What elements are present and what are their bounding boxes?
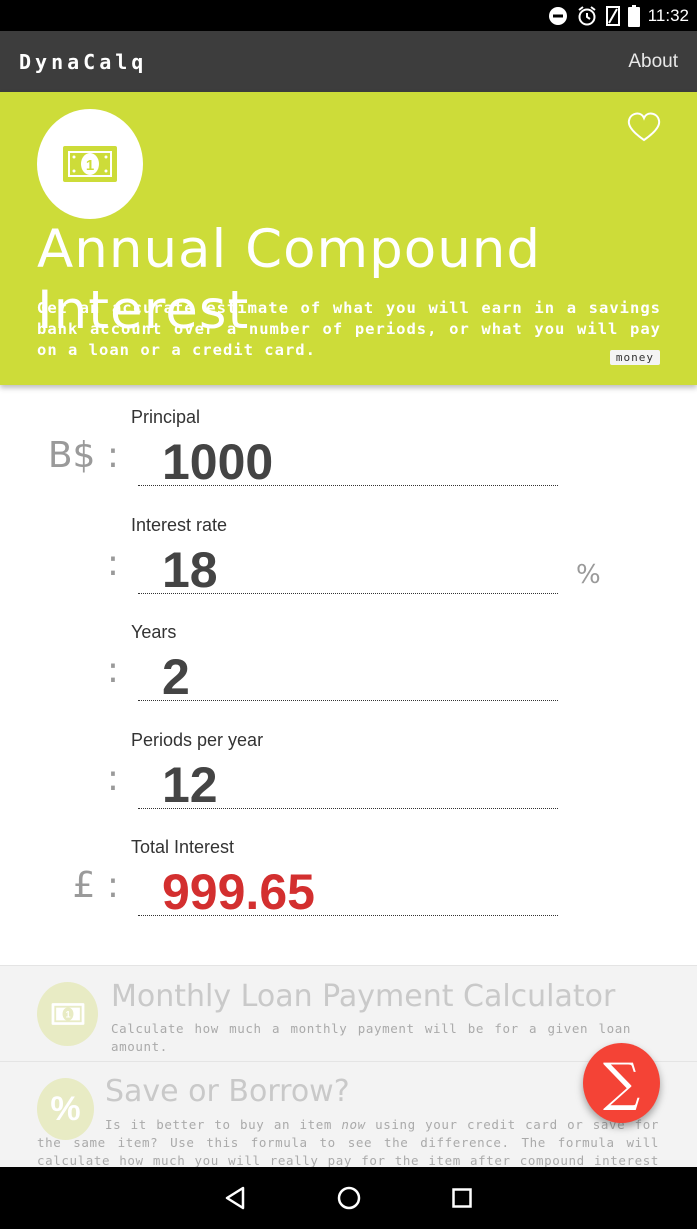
do-not-disturb-icon bbox=[548, 7, 567, 25]
description-emphasis: now bbox=[341, 1117, 366, 1132]
field-prefix: : bbox=[106, 650, 119, 691]
interest-rate-underline bbox=[138, 593, 558, 594]
svg-text:1: 1 bbox=[86, 157, 94, 174]
heart-outline-icon[interactable] bbox=[627, 112, 661, 142]
list-item-title: Save or Borrow? bbox=[105, 1074, 350, 1109]
currency-prefix: B$ : bbox=[47, 435, 119, 476]
periods-per-year-label: Periods per year bbox=[131, 730, 264, 750]
recents-button[interactable] bbox=[447, 1183, 477, 1213]
years-field: Years : 2 bbox=[0, 622, 697, 729]
total-interest-result: 999.65 bbox=[162, 864, 315, 920]
principal-input[interactable]: 1000 bbox=[162, 433, 273, 491]
principal-label: Principal bbox=[131, 407, 201, 427]
back-button[interactable] bbox=[220, 1183, 250, 1213]
calculator-description: Get an accurate estimate of what you wil… bbox=[37, 299, 661, 359]
status-time: 11:32 bbox=[647, 6, 689, 25]
about-menu-item[interactable]: About bbox=[628, 51, 678, 73]
total-interest-field: Total Interest £ : 999.65 bbox=[0, 837, 697, 944]
interest-rate-label: Interest rate bbox=[131, 515, 228, 535]
periods-per-year-field: Periods per year : 12 bbox=[0, 730, 697, 837]
years-underline bbox=[138, 700, 558, 701]
periods-per-year-underline bbox=[138, 808, 558, 809]
sigma-icon: ∑ bbox=[602, 1053, 641, 1113]
currency-prefix: £ : bbox=[72, 865, 119, 906]
home-button[interactable] bbox=[334, 1183, 364, 1213]
app-title: DynaCalq bbox=[19, 50, 148, 74]
signal-icon bbox=[605, 6, 620, 26]
principal-field: Principal B$ : 1000 bbox=[0, 407, 697, 514]
total-interest-label: Total Interest bbox=[131, 837, 235, 857]
calculator-header: 1 Annual Compound Interest Get an accura… bbox=[0, 92, 697, 385]
svg-text:1: 1 bbox=[65, 1010, 70, 1020]
description-part: Is it better to buy an item bbox=[105, 1117, 342, 1132]
battery-icon bbox=[627, 5, 640, 27]
field-prefix: : bbox=[106, 543, 119, 584]
list-item-description: Calculate how much a monthly payment wil… bbox=[111, 1021, 631, 1054]
years-input[interactable]: 2 bbox=[162, 648, 190, 706]
interest-rate-input[interactable]: 18 bbox=[162, 541, 218, 599]
category-tag[interactable]: money bbox=[609, 350, 660, 365]
periods-per-year-input[interactable]: 12 bbox=[162, 756, 218, 814]
recents-icon bbox=[452, 1188, 472, 1208]
list-item-monthly-loan-payment[interactable]: 1 Monthly Loan Payment Calculator Calcul… bbox=[0, 965, 697, 1061]
calculate-fab[interactable]: ∑ bbox=[583, 1043, 660, 1123]
interest-rate-field: Interest rate : 18 % bbox=[0, 515, 697, 622]
banknote-icon: 1 bbox=[63, 146, 117, 182]
field-prefix: : bbox=[106, 758, 119, 799]
back-icon bbox=[225, 1186, 245, 1210]
alarm-icon bbox=[578, 6, 596, 26]
calculator-icon-circle: 1 bbox=[37, 109, 143, 219]
list-item-title: Monthly Loan Payment Calculator bbox=[111, 979, 616, 1014]
home-icon bbox=[337, 1186, 361, 1210]
percent-suffix: % bbox=[576, 560, 601, 590]
principal-underline bbox=[138, 485, 558, 486]
banknote-icon: 1 bbox=[51, 1003, 84, 1025]
total-interest-underline bbox=[138, 915, 558, 916]
navigation-bar bbox=[0, 1167, 697, 1229]
status-bar: 11:32 bbox=[0, 0, 697, 31]
app-bar: DynaCalq About bbox=[0, 31, 697, 92]
years-label: Years bbox=[131, 622, 177, 642]
status-icons: 11:32 bbox=[548, 4, 689, 28]
list-item-icon-circle: 1 bbox=[37, 982, 98, 1046]
